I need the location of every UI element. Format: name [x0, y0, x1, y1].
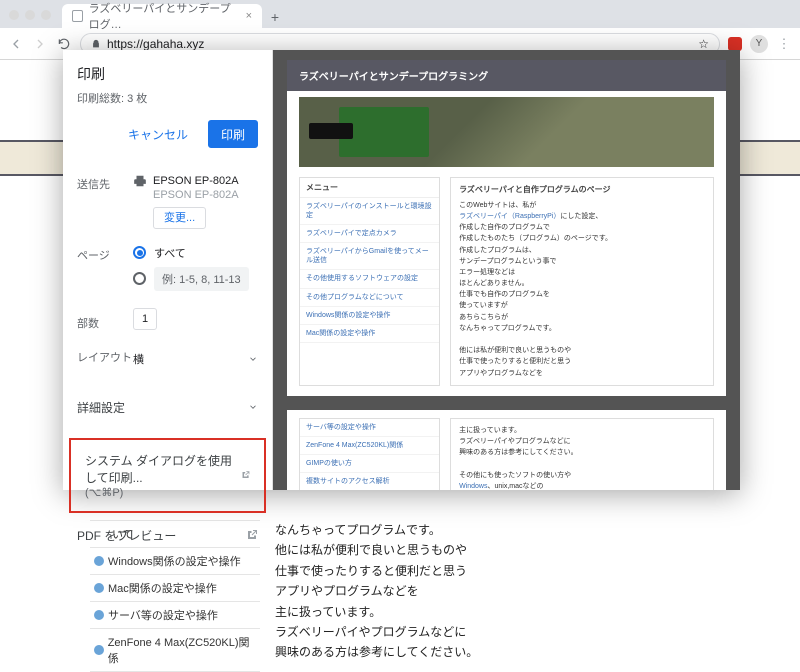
preview-page: ラズベリーパイとサンデープログラミング メニュー ラズベリーパイのインストールと… [287, 60, 726, 396]
url-text: https://gahaha.xyz [107, 37, 204, 51]
dialog-title: 印刷 [77, 64, 258, 84]
pages-custom-option[interactable]: 例: 1-5, 8, 11-13 [133, 267, 258, 291]
pages-example: 例: 1-5, 8, 11-13 [154, 267, 249, 291]
change-destination-button[interactable]: 変更... [153, 207, 206, 229]
preview-main: 主に扱っています。 ラズベリーパイやプログラムなどに 興味のある方は参考にしてく… [450, 418, 714, 490]
profile-avatar[interactable]: Y [750, 35, 768, 53]
print-settings-panel: 印刷 印刷総数: 3 枚 キャンセル 印刷 送信先 EPSON EP-802A … [63, 50, 273, 490]
new-tab-button[interactable]: + [266, 8, 284, 26]
preview-hero-image [299, 97, 714, 167]
sidebar-item[interactable]: サーバ等の設定や操作 [90, 602, 260, 629]
preview-main: ラズベリーパイと自作プログラムのページ このWebサイトは、私が ラズベリーパイ… [450, 177, 714, 386]
radio-icon [133, 246, 146, 259]
external-link-icon [241, 469, 250, 481]
copies-row: 部数 1 [77, 305, 258, 339]
chevron-down-icon [248, 354, 258, 364]
browser-tab-strip: ラズベリーパイとサンデープログ… × + [0, 0, 800, 28]
close-tab-icon[interactable]: × [246, 10, 252, 22]
traffic-light-min[interactable] [25, 10, 35, 20]
star-icon[interactable]: ☆ [698, 37, 709, 51]
more-settings-toggle[interactable]: 詳細設定 [63, 387, 272, 428]
preview-site-title: ラズベリーパイとサンデープログラミング [287, 60, 726, 91]
sidebar-item[interactable]: Mac関係の設定や操作 [90, 575, 260, 602]
forward-button[interactable] [32, 36, 48, 52]
page-main-text: なんちゃってプログラムです。 他には私が便利で良いと思うものや 仕事で使ったりす… [275, 520, 595, 663]
page-icon [72, 10, 83, 22]
bullet-icon [94, 645, 104, 655]
menu-icon[interactable]: ⋮ [776, 36, 792, 52]
print-button[interactable]: 印刷 [208, 120, 258, 148]
highlighted-area: システム ダイアログを使用して印刷... (⌥⌘P) [69, 438, 266, 513]
system-dialog-link[interactable]: システム ダイアログを使用して印刷... (⌥⌘P) [71, 440, 264, 511]
printer-icon [133, 174, 147, 188]
back-button[interactable] [8, 36, 24, 52]
radio-icon [133, 272, 146, 285]
traffic-light-max[interactable] [41, 10, 51, 20]
cancel-button[interactable]: キャンセル [116, 120, 200, 148]
pages-all-option[interactable]: すべて [133, 245, 258, 261]
tab-title: ラズベリーパイとサンデープログ… [89, 0, 240, 32]
destination-row: 送信先 EPSON EP-802A EPSON EP-802A 変更... [77, 166, 258, 237]
bullet-icon [94, 583, 104, 593]
lock-icon [91, 39, 101, 49]
bullet-icon [94, 556, 104, 566]
print-preview[interactable]: ラズベリーパイとサンデープログラミング メニュー ラズベリーパイのインストールと… [273, 50, 740, 490]
browser-tab[interactable]: ラズベリーパイとサンデープログ… × [62, 4, 262, 28]
pages-row: ページ すべて 例: 1-5, 8, 11-13 [77, 237, 258, 305]
bullet-icon [94, 610, 104, 620]
copies-input[interactable]: 1 [133, 308, 157, 330]
printer-name: EPSON EP-802A [153, 174, 239, 188]
layout-row: レイアウト 横 [77, 339, 258, 379]
sidebar-item[interactable]: ZenFone 4 Max(ZC520KL)関係 [90, 629, 260, 672]
printer-subname: EPSON EP-802A [153, 188, 239, 202]
external-link-icon [246, 529, 258, 541]
print-dialog: 印刷 印刷総数: 3 枚 キャンセル 印刷 送信先 EPSON EP-802A … [63, 50, 740, 490]
extension-icon[interactable] [728, 37, 742, 51]
traffic-light-close[interactable] [9, 10, 19, 20]
preview-menu: サーバ等の設定や操作 ZenFone 4 Max(ZC520KL)関係 GIMP… [299, 418, 440, 490]
chevron-down-icon [248, 402, 258, 412]
layout-select[interactable]: 横 [133, 347, 258, 371]
preview-page: サーバ等の設定や操作 ZenFone 4 Max(ZC520KL)関係 GIMP… [287, 410, 726, 490]
preview-menu: メニュー ラズベリーパイのインストールと環境設定 ラズベリーパイで定点カメラ ラ… [299, 177, 440, 386]
pdf-preview-link[interactable]: PDF をプレビュー [63, 515, 272, 556]
sheet-count: 印刷総数: 3 枚 [77, 90, 258, 106]
